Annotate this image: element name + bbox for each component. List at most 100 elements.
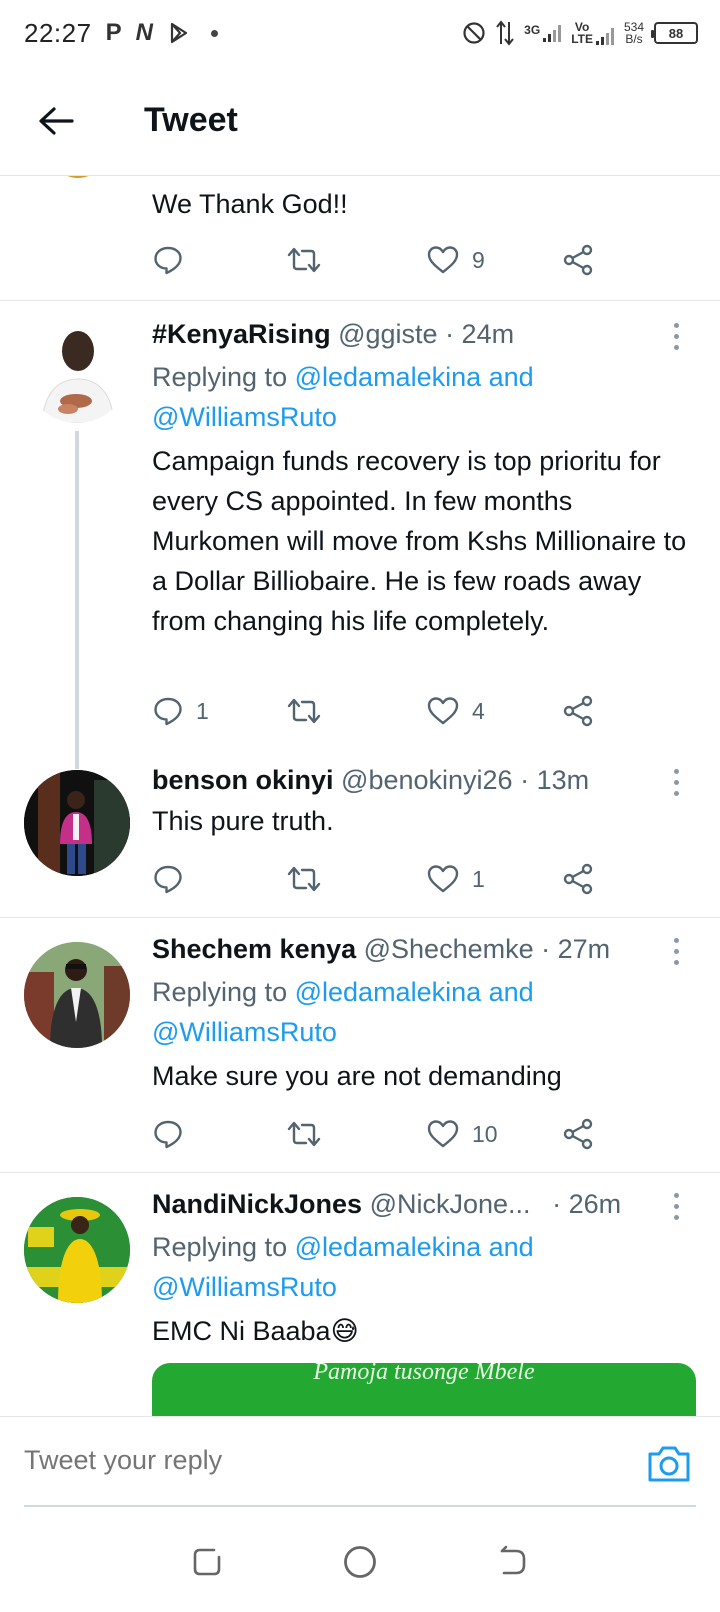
share-icon bbox=[563, 863, 593, 895]
like-count: 1 bbox=[472, 865, 485, 892]
tweet-item[interactable]: benson okinyi @benokinyi26 · 13m This pu… bbox=[0, 765, 720, 917]
avatar[interactable] bbox=[24, 317, 130, 423]
user-handle[interactable]: @NickJone... bbox=[370, 1189, 531, 1219]
like-count: 4 bbox=[472, 697, 485, 724]
tweet-actions: 1 4 bbox=[152, 691, 612, 731]
recents-button[interactable] bbox=[184, 1539, 230, 1585]
tweet-media[interactable]: Pamoja tusonge Mbele bbox=[152, 1363, 696, 1416]
p-app-icon: P bbox=[105, 19, 122, 46]
user-handle[interactable]: @ggiste bbox=[338, 319, 437, 349]
reply-button[interactable]: 1 bbox=[152, 691, 209, 731]
tweet-actions: 10 bbox=[152, 1114, 612, 1154]
notification-icons: P N bbox=[106, 19, 218, 47]
replying-to: Replying to @ledamalekina and @WilliamsR… bbox=[152, 362, 534, 432]
play-store-icon bbox=[170, 22, 188, 44]
n-app-icon: N bbox=[135, 19, 153, 46]
tweet-header: #KenyaRising @ggiste · 24m bbox=[152, 319, 514, 350]
avatar[interactable] bbox=[24, 770, 130, 876]
more-options-button[interactable] bbox=[666, 323, 686, 350]
mention-link[interactable]: @ledamalekina and bbox=[295, 362, 534, 392]
tweet-item[interactable]: Shechem kenya @Shechemke · 27m Replying … bbox=[0, 918, 720, 1172]
user-handle[interactable]: @benokinyi26 bbox=[341, 765, 513, 795]
avatar[interactable] bbox=[24, 1197, 130, 1303]
like-count: 9 bbox=[472, 246, 485, 273]
mention-link[interactable]: @WilliamsRuto bbox=[152, 1272, 337, 1302]
like-button[interactable]: 9 bbox=[426, 240, 485, 280]
more-options-button[interactable] bbox=[666, 938, 686, 965]
tweet-item[interactable]: We Thank God!! 9 bbox=[0, 176, 720, 300]
camera-button[interactable] bbox=[644, 1439, 694, 1489]
display-name[interactable]: benson okinyi bbox=[152, 765, 334, 795]
tweet-text: This pure truth. bbox=[152, 806, 334, 836]
share-button[interactable] bbox=[562, 240, 594, 280]
retweet-icon bbox=[287, 247, 321, 273]
mention-link[interactable]: @WilliamsRuto bbox=[152, 402, 337, 432]
share-icon bbox=[563, 244, 593, 276]
reply-button[interactable] bbox=[152, 859, 184, 899]
back-nav-button[interactable] bbox=[490, 1539, 536, 1585]
system-nav-bar bbox=[0, 1512, 720, 1612]
heart-icon bbox=[427, 1120, 459, 1148]
retweet-button[interactable] bbox=[286, 691, 322, 731]
share-button[interactable] bbox=[562, 1114, 594, 1154]
heart-icon bbox=[427, 865, 459, 893]
back-nav-icon bbox=[501, 1545, 526, 1575]
reply-button[interactable] bbox=[152, 240, 184, 280]
tweet-text: EMC Ni Baaba😅 bbox=[152, 1316, 359, 1346]
retweet-button[interactable] bbox=[286, 1114, 322, 1154]
display-name[interactable]: #KenyaRising bbox=[152, 319, 331, 349]
data-transfer-icon bbox=[496, 20, 514, 46]
more-notifications-dot bbox=[210, 29, 218, 37]
camera-icon bbox=[648, 1446, 690, 1482]
more-options-button[interactable] bbox=[666, 1193, 686, 1220]
comment-icon bbox=[154, 865, 182, 894]
heart-icon bbox=[427, 246, 459, 274]
retweet-button[interactable] bbox=[286, 240, 322, 280]
replying-to: Replying to @ledamalekina and @WilliamsR… bbox=[152, 1232, 534, 1302]
tweet-item[interactable]: NandiNickJones @NickJone... · 26m Replyi… bbox=[0, 1173, 720, 1416]
volte-signal-icon: Vo LTE bbox=[571, 21, 614, 45]
share-button[interactable] bbox=[562, 859, 594, 899]
arrow-left-icon bbox=[39, 106, 74, 135]
mention-link[interactable]: @ledamalekina and bbox=[295, 977, 534, 1007]
tweet-item[interactable]: #KenyaRising @ggiste · 24m Replying to @… bbox=[0, 301, 720, 769]
avatar[interactable] bbox=[24, 942, 130, 1048]
replying-to: Replying to @ledamalekina and @WilliamsR… bbox=[152, 977, 534, 1047]
home-button[interactable] bbox=[337, 1539, 383, 1585]
retweet-icon bbox=[287, 866, 321, 892]
media-caption: Pamoja tusonge Mbele bbox=[313, 1363, 535, 1385]
avatar-image bbox=[24, 770, 130, 876]
display-name[interactable]: Shechem kenya bbox=[152, 934, 356, 964]
reply-composer bbox=[0, 1416, 720, 1512]
user-handle[interactable]: @Shechemke bbox=[364, 934, 534, 964]
mention-link[interactable]: @WilliamsRuto bbox=[152, 1017, 337, 1047]
home-circle-icon bbox=[344, 1546, 376, 1578]
tweet-text: Make sure you are not demanding bbox=[152, 1061, 562, 1091]
retweet-button[interactable] bbox=[286, 859, 322, 899]
mention-link[interactable]: @ledamalekina and bbox=[295, 1232, 534, 1262]
thread-connector bbox=[75, 431, 79, 769]
comment-icon bbox=[154, 246, 182, 275]
tweet-header: Shechem kenya @Shechemke · 27m bbox=[152, 934, 610, 965]
status-time: 22:27 bbox=[24, 17, 92, 48]
more-options-button[interactable] bbox=[666, 769, 686, 796]
network-speed: 534 B/s bbox=[623, 20, 644, 46]
like-button[interactable]: 4 bbox=[426, 691, 485, 731]
emoji: 😅 bbox=[330, 1316, 359, 1346]
reply-input[interactable] bbox=[24, 1445, 604, 1476]
back-button[interactable] bbox=[26, 91, 86, 151]
tweet-thread[interactable]: We Thank God!! 9 #KenyaRising @ggiste · … bbox=[0, 176, 720, 1416]
tweet-time: · 26m bbox=[552, 1189, 622, 1219]
reply-button[interactable] bbox=[152, 1114, 184, 1154]
tweet-header: NandiNickJones @NickJone... · 26m bbox=[152, 1189, 621, 1220]
share-button[interactable] bbox=[562, 691, 594, 731]
like-button[interactable]: 10 bbox=[426, 1114, 498, 1154]
comment-icon bbox=[154, 697, 182, 726]
like-button[interactable]: 1 bbox=[426, 859, 485, 899]
display-name[interactable]: NandiNickJones bbox=[152, 1189, 362, 1219]
share-icon bbox=[563, 1118, 593, 1150]
signal-3g-icon: 3G bbox=[524, 24, 562, 42]
retweet-icon bbox=[287, 1121, 321, 1147]
tweet-time: · 24m bbox=[445, 319, 515, 349]
tweet-time: · 13m bbox=[520, 765, 590, 795]
